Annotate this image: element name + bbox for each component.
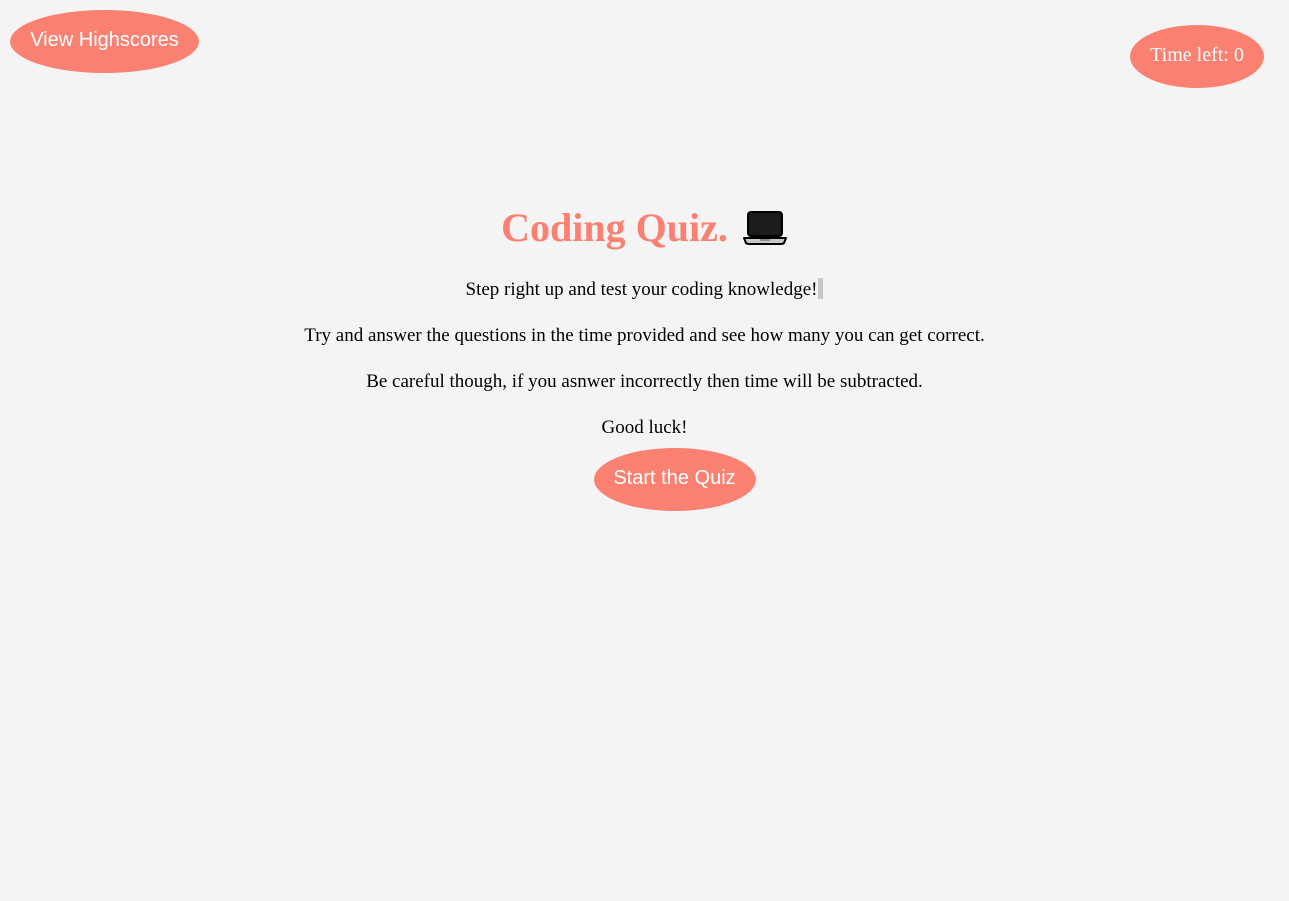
quiz-intro: Coding Quiz. Step right up and test your… xyxy=(0,200,1289,511)
text-cursor xyxy=(818,278,824,299)
intro-line-1: Step right up and test your coding knowl… xyxy=(0,278,1289,302)
view-highscores-button[interactable]: View Highscores xyxy=(10,10,199,73)
intro-line-4: Good luck! xyxy=(601,417,688,438)
intro-line-2: Try and answer the questions in the time… xyxy=(304,325,985,346)
laptop-icon xyxy=(742,210,788,246)
intro-line-3: Be careful though, if you asnwer incorre… xyxy=(366,371,923,392)
title-row: Coding Quiz. xyxy=(0,200,1289,256)
page-title: Coding Quiz. xyxy=(501,205,728,250)
intro-line-1-text: Step right up and test your coding knowl… xyxy=(465,279,818,300)
start-quiz-button[interactable]: Start the Quiz xyxy=(593,448,756,511)
timer-display: Time left: 0 xyxy=(1130,25,1264,88)
